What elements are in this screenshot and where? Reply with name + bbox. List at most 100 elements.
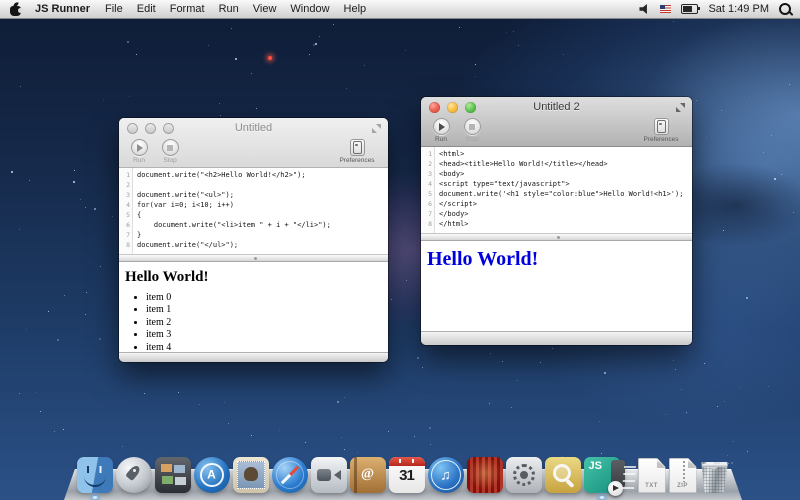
safari-icon[interactable] <box>272 457 308 493</box>
output-list: item 0item 1item 2item 3item 4item 5 <box>125 292 380 352</box>
line-number: 5 <box>119 210 133 220</box>
app-store-icon[interactable]: A <box>194 457 230 493</box>
code-line: 5 { <box>119 210 388 220</box>
mission-control-icon[interactable] <box>155 457 191 493</box>
splitter-handle[interactable] <box>421 233 692 241</box>
menu-item[interactable]: Format <box>170 3 205 15</box>
preview-icon[interactable] <box>545 457 581 493</box>
code-line: 1 <html> <box>421 149 692 159</box>
play-icon <box>608 481 623 496</box>
output-list-item: item 4 <box>146 342 380 352</box>
menu-item[interactable]: File <box>105 3 123 15</box>
window-title: Untitled 2 <box>421 101 692 113</box>
titlebar[interactable]: Untitled 2 <box>421 97 692 117</box>
photo-booth-icon[interactable] <box>467 457 503 493</box>
run-button[interactable]: Run <box>429 118 453 143</box>
dock-items: A @31♫ JS TXTZIP <box>64 457 742 493</box>
code-line: 1 document.write("<h2>Hello World!</h2>"… <box>119 170 388 180</box>
icon-label: @ <box>350 467 386 483</box>
icon-label: 31 <box>389 467 425 484</box>
finder-icon[interactable] <box>77 457 113 493</box>
window-untitled-2: Untitled 2 Run Stop Preferences 1 <html> <box>421 97 692 345</box>
output-list-item: item 3 <box>146 329 380 341</box>
code-line: 3 <body> <box>421 169 692 179</box>
code-line: 8 document.write("</ul>"); <box>119 240 388 250</box>
code-line: 4 for(var i=0; i<10; i++) <box>119 200 388 210</box>
menu-item[interactable]: Run <box>219 3 239 15</box>
stop-icon <box>162 139 179 156</box>
code-line: 2 <box>119 180 388 190</box>
menubar-status: Sat 1:49 PM <box>639 3 800 15</box>
output-list-item: item 2 <box>146 317 380 329</box>
line-number: 3 <box>421 169 435 179</box>
fullscreen-icon[interactable] <box>372 124 381 133</box>
menubar-app-name[interactable]: JS Runner <box>35 3 90 15</box>
code-line: 8 </html> <box>421 219 692 229</box>
window-bottom-bar <box>421 331 692 345</box>
fullscreen-icon[interactable] <box>676 103 685 112</box>
line-number: 1 <box>119 170 133 180</box>
stop-button[interactable]: Stop <box>158 139 182 164</box>
window-bottom-bar <box>119 352 388 362</box>
line-number: 6 <box>421 199 435 209</box>
line-number: 2 <box>421 159 435 169</box>
code-line: 4 <script type="text/javascript"> <box>421 179 692 189</box>
output-heading: Hello World! <box>125 269 380 286</box>
switch-icon <box>654 118 669 135</box>
code-editor[interactable]: 1 document.write("<h2>Hello World!</h2>"… <box>119 168 388 254</box>
launchpad-icon[interactable] <box>116 457 152 493</box>
red-star <box>268 56 272 60</box>
js-runner-icon[interactable]: JS <box>584 457 620 493</box>
code-editor[interactable]: 1 <html> 2 <head><title>Hello World!</ti… <box>421 147 692 233</box>
code-line: 6 </script> <box>421 199 692 209</box>
menu-item[interactable]: View <box>253 3 277 15</box>
icon-label: TXT <box>638 483 666 489</box>
run-button[interactable]: Run <box>127 139 151 164</box>
line-number: 5 <box>421 189 435 199</box>
menu-item[interactable]: Edit <box>137 3 156 15</box>
menubar: JS Runner File Edit Format Run View Window Hel… <box>0 0 800 19</box>
menu-item[interactable]: Window <box>290 3 329 15</box>
window-header: Untitled Run Stop Preferences <box>119 118 388 168</box>
line-number: 4 <box>421 179 435 189</box>
running-indicator <box>599 496 604 499</box>
preferences-button[interactable]: Preferences <box>334 139 380 164</box>
grip-icon <box>254 257 257 260</box>
running-indicator <box>92 496 97 499</box>
facetime-icon[interactable] <box>311 457 347 493</box>
code-line: 7 </body> <box>421 209 692 219</box>
dock: A@31♫JSTXTZIP <box>64 469 742 500</box>
itunes-icon[interactable]: ♫ <box>428 457 464 493</box>
volume-icon[interactable] <box>639 4 650 14</box>
calendar-icon[interactable]: 31 <box>389 457 425 493</box>
play-icon <box>433 118 450 135</box>
grip-icon <box>557 236 560 239</box>
line-number: 3 <box>119 190 133 200</box>
zip-file-icon[interactable]: ZIP <box>669 458 697 493</box>
line-number: 2 <box>119 180 133 190</box>
icon-label: ♫ <box>428 467 464 483</box>
icon-label: A <box>194 467 230 481</box>
mail-icon[interactable] <box>233 457 269 493</box>
system-preferences-icon[interactable] <box>506 457 542 493</box>
menu-item[interactable]: Help <box>344 3 367 15</box>
preferences-button[interactable]: Preferences <box>638 118 684 143</box>
stop-button[interactable]: Stop <box>460 118 484 143</box>
line-number: 8 <box>119 240 133 250</box>
line-number: 7 <box>421 209 435 219</box>
menubar-menus: File Edit Format Run View Window Help <box>105 3 366 15</box>
switch-icon <box>350 139 365 156</box>
apple-menu-icon[interactable] <box>10 6 21 16</box>
play-icon <box>131 139 148 156</box>
input-language-flag-icon[interactable] <box>660 5 671 13</box>
titlebar[interactable]: Untitled <box>119 118 388 138</box>
code-line: 6 document.write("<li>item " + i + "</li… <box>119 220 388 230</box>
menubar-clock[interactable]: Sat 1:49 PM <box>708 3 769 15</box>
splitter-handle[interactable] <box>119 254 388 262</box>
icon-label: ZIP <box>669 483 697 489</box>
contacts-icon[interactable]: @ <box>350 457 386 493</box>
spotlight-icon[interactable] <box>779 3 791 15</box>
trash-full-icon[interactable] <box>700 460 730 493</box>
txt-file-icon[interactable]: TXT <box>638 458 666 493</box>
battery-icon[interactable] <box>681 4 698 14</box>
